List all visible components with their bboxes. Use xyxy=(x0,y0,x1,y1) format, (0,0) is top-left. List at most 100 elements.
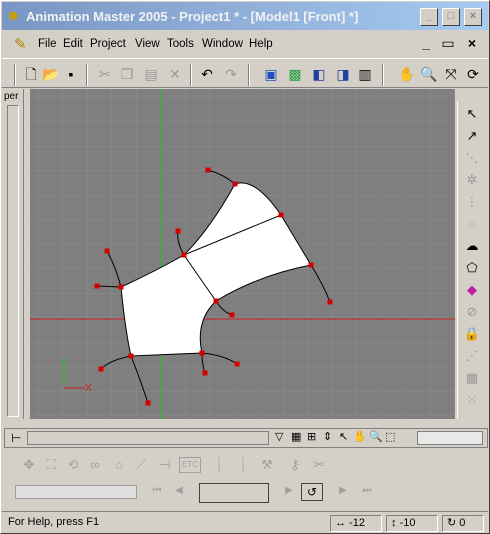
frame-slider[interactable] xyxy=(15,485,137,499)
control-point[interactable] xyxy=(199,350,205,356)
save-icon[interactable]: ▪ xyxy=(62,65,80,83)
viewport-canvas[interactable]: Y X xyxy=(30,89,455,419)
extrude-icon[interactable]: ✲ xyxy=(463,171,481,189)
control-point[interactable] xyxy=(213,298,219,304)
control-point[interactable] xyxy=(327,299,333,305)
control-point[interactable] xyxy=(205,167,211,173)
cut-tool-icon[interactable]: ✂ xyxy=(309,455,329,475)
loop-icon[interactable]: ↺ xyxy=(301,483,323,501)
control-point[interactable] xyxy=(104,248,110,254)
control-point[interactable] xyxy=(229,312,235,318)
links-icon[interactable]: ∞ xyxy=(85,455,105,475)
control-point[interactable] xyxy=(145,400,151,406)
bone-icon[interactable]: ◆ xyxy=(463,281,481,299)
circle-tool-icon[interactable]: ⊘ xyxy=(463,303,481,321)
key-icon[interactable]: ⌂ xyxy=(109,455,129,475)
menu-window[interactable]: Window xyxy=(202,38,243,50)
frame-input[interactable] xyxy=(199,483,269,503)
line-icon[interactable]: ⟋ xyxy=(131,455,151,475)
menu-project[interactable]: Project xyxy=(90,38,126,50)
zoom-fit-icon[interactable]: ⤧ xyxy=(442,65,460,83)
paste-icon[interactable]: ▤ xyxy=(142,65,160,83)
mdi-restore-button[interactable]: ▭ xyxy=(437,35,459,53)
rotate-icon[interactable]: ⟳ xyxy=(464,65,482,83)
move-icon[interactable]: ✥ xyxy=(19,455,39,475)
mdi-minimize-button[interactable]: _ xyxy=(415,35,437,53)
timeline-bar[interactable]: ⊢ ▽ ▦ ⊞ ⇕ ↖ ✋ 🔍 ⬚ xyxy=(4,428,488,448)
modeling-viewport[interactable]: Y X xyxy=(30,89,455,419)
control-point[interactable] xyxy=(232,181,238,187)
redo-icon[interactable]: ↷ xyxy=(222,65,240,83)
first-frame-icon[interactable]: ⏮ xyxy=(147,481,167,501)
menu-file[interactable]: File xyxy=(38,38,57,50)
control-point[interactable] xyxy=(98,366,104,372)
menu-view[interactable]: View xyxy=(135,38,160,50)
add-mode-icon[interactable]: ↗ xyxy=(463,127,481,145)
interp-icon[interactable]: ⊣ xyxy=(155,455,175,475)
zoom-icon[interactable]: 🔍 xyxy=(420,65,438,83)
bone-tool-icon[interactable]: ⏐ xyxy=(209,455,229,475)
wireframe-icon[interactable]: ▥ xyxy=(356,65,374,83)
control-point[interactable] xyxy=(94,283,100,289)
render-region-icon[interactable]: ▩ xyxy=(286,65,304,83)
grid-toggle-icon[interactable]: ▦ xyxy=(291,430,301,443)
shape-icon[interactable]: ⬠ xyxy=(463,259,481,277)
control-point[interactable] xyxy=(175,228,181,234)
lock-icon[interactable]: 🔒 xyxy=(463,325,481,343)
magnify-icon[interactable]: 🔍 xyxy=(369,430,383,443)
grid-icon[interactable]: ▦ xyxy=(463,369,481,387)
close-button[interactable]: × xyxy=(464,8,482,26)
filter-icon[interactable]: ▽ xyxy=(275,430,283,443)
next-key-icon[interactable]: ▶ xyxy=(333,481,353,501)
menu-edit[interactable]: Edit xyxy=(63,38,83,50)
undo-icon[interactable]: ↶ xyxy=(198,65,216,83)
shaded-icon[interactable]: ◨ xyxy=(334,65,352,83)
dots-icon[interactable]: ⁙ xyxy=(463,391,481,409)
hand-pan-icon[interactable]: ✋ xyxy=(398,65,416,83)
left-panel-tab[interactable]: per xyxy=(4,91,18,102)
cursor-icon[interactable]: ↖ xyxy=(339,430,348,443)
minimize-button[interactable]: _ xyxy=(420,8,438,26)
open-icon[interactable]: 📂 xyxy=(42,65,60,83)
pin-icon[interactable]: ⊢ xyxy=(11,431,21,445)
rotate-tool-icon[interactable]: ⟲ xyxy=(63,455,83,475)
lasso-icon[interactable]: ☁ xyxy=(463,237,481,255)
arrows-icon[interactable]: ⇕ xyxy=(323,430,332,443)
maximize-button[interactable]: □ xyxy=(442,8,460,26)
copy-icon[interactable]: ❐ xyxy=(118,65,136,83)
hand-icon[interactable]: ✋ xyxy=(353,430,367,443)
bone-tool2-icon[interactable]: ⏐ xyxy=(233,455,253,475)
control-point[interactable] xyxy=(308,262,314,268)
render-to-file-icon[interactable]: ◧ xyxy=(310,65,328,83)
title-bar[interactable]: ☻ Animation Master 2005 - Project1 * - [… xyxy=(2,2,488,30)
control-point[interactable] xyxy=(181,252,187,258)
dotted-spline-icon[interactable]: ⋮ xyxy=(463,193,481,211)
group-icon[interactable]: ⋰ xyxy=(463,347,481,365)
select-arrow-icon[interactable]: ↖ xyxy=(463,105,481,123)
fit-icon[interactable]: ⊞ xyxy=(307,430,316,443)
dotted-circle-icon[interactable]: ◌ xyxy=(463,215,481,233)
menu-help[interactable]: Help xyxy=(249,38,273,50)
control-point[interactable] xyxy=(202,370,208,376)
control-point[interactable] xyxy=(118,284,124,290)
skeleton-icon[interactable]: ⚒ xyxy=(257,455,277,475)
lathe-icon[interactable]: ⋱ xyxy=(463,149,481,167)
render-icon[interactable]: ▣ xyxy=(262,65,280,83)
control-point[interactable] xyxy=(234,361,240,367)
timeline-track[interactable] xyxy=(27,431,269,445)
left-panel-scrollbar[interactable] xyxy=(7,105,19,417)
prev-frame-icon[interactable]: ◀ xyxy=(169,481,189,501)
control-point[interactable] xyxy=(128,353,134,359)
etc-button[interactable]: ETC xyxy=(179,457,201,473)
box-select-icon[interactable]: ⬚ xyxy=(385,430,395,443)
menu-tools[interactable]: Tools xyxy=(167,38,194,50)
control-point[interactable] xyxy=(278,212,284,218)
delete-icon[interactable]: ✕ xyxy=(166,65,184,83)
next-frame-icon[interactable]: ▶ xyxy=(279,481,299,501)
new-icon[interactable]: 🗋 xyxy=(22,65,40,83)
scale-icon[interactable]: ⛶ xyxy=(41,455,61,475)
last-frame-icon[interactable]: ⏭ xyxy=(357,481,377,501)
cut-icon[interactable]: ✂ xyxy=(96,65,114,83)
mdi-close-button[interactable]: × xyxy=(461,35,483,53)
key-tool-icon[interactable]: ⚷ xyxy=(285,455,305,475)
